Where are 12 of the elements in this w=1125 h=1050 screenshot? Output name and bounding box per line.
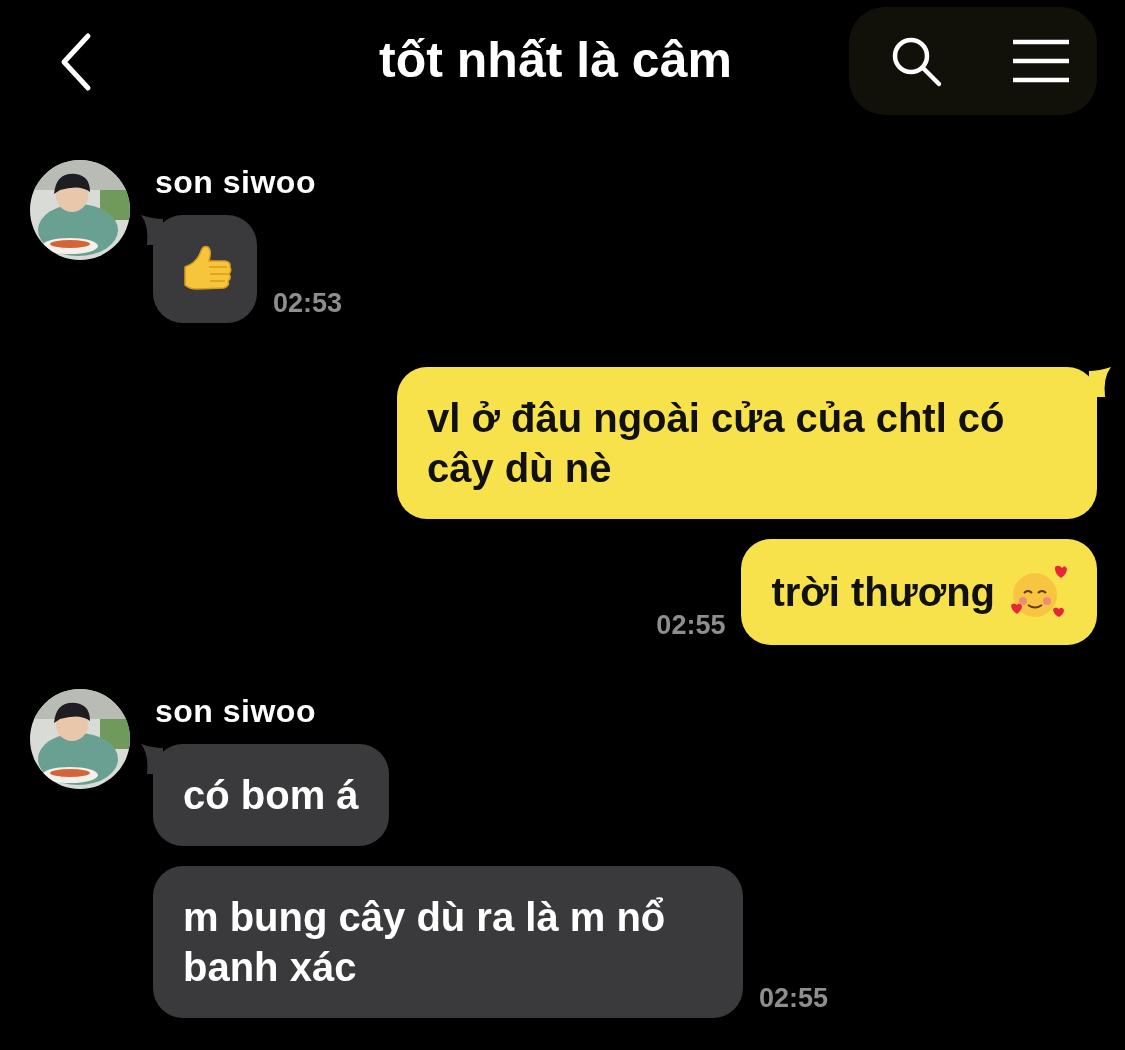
smiling-face-hearts-icon [1009,565,1067,619]
sender-name: son siwoo [155,693,317,730]
message-text: có bom á [183,772,359,819]
message-text: m bung cây dù ra là m nổ banh xác [183,894,667,991]
message-time: 02:53 [273,288,343,319]
chat-title: tốt nhất là câm [379,31,732,89]
sender-name: son siwoo [155,164,317,201]
menu-icon[interactable] [1011,38,1071,84]
message-time: 02:55 [759,983,829,1014]
message-text: trời thương [771,569,995,616]
message-time: 02:55 [656,610,726,641]
message-text: vl ở đâu ngoài cửa của chtl có cây dù nè [427,395,1006,492]
